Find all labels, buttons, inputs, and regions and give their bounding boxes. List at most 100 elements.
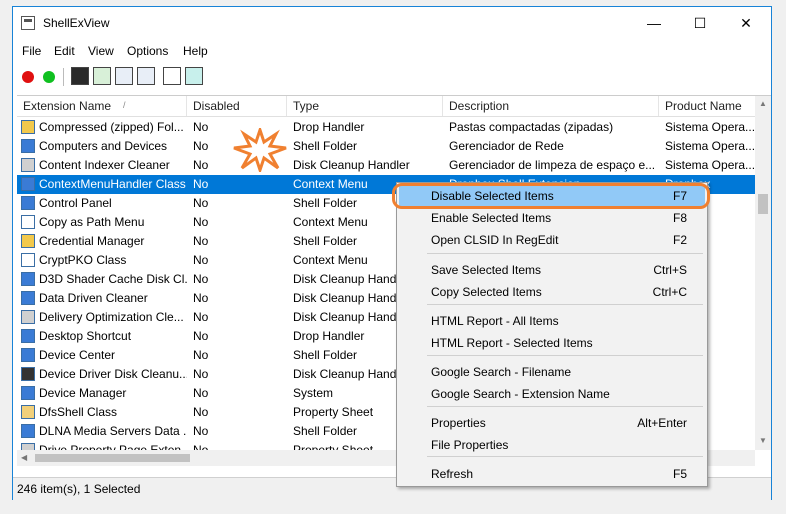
extension-icon: [21, 253, 35, 267]
extension-icon: [21, 367, 35, 381]
cell-disabled: No: [193, 234, 209, 248]
table-row[interactable]: Computers and Devices No Shell Folder Geren…: [17, 137, 757, 156]
context-menu-shortcut: F5: [672, 467, 687, 481]
cell-disabled: No: [193, 329, 209, 343]
cell-name: DfsShell Class: [39, 405, 118, 419]
title-bar: ShellExView — ☐ ✕: [13, 7, 771, 39]
vertical-scroll-thumb[interactable]: [758, 194, 768, 214]
minimize-button[interactable]: —: [631, 7, 677, 39]
cell-name: Copy as Path Menu: [39, 215, 145, 229]
context-menu-separator: [427, 456, 703, 457]
disable-icon[interactable]: [22, 71, 34, 83]
context-menu-item[interactable]: Copy Selected Items Ctrl+C: [399, 281, 705, 303]
menu-options[interactable]: Options: [127, 44, 168, 58]
column-extension-name[interactable]: Extension Name: [17, 96, 187, 116]
column-product-name[interactable]: Product Name: [659, 96, 757, 116]
cell-name: Device Center: [39, 348, 116, 362]
menu-file[interactable]: File: [22, 44, 41, 58]
menu-view[interactable]: View: [88, 44, 114, 58]
context-menu-separator: [427, 253, 703, 254]
cell-disabled: No: [193, 253, 209, 267]
cell-disabled: No: [193, 272, 209, 286]
menu-bar: File Edit View Options Help: [13, 41, 771, 61]
extension-icon: [21, 386, 35, 400]
extension-icon: [21, 329, 35, 343]
cell-disabled: No: [193, 196, 209, 210]
scroll-left-icon[interactable]: ◀: [21, 453, 27, 462]
extension-icon: [21, 234, 35, 248]
column-type[interactable]: Type: [287, 96, 443, 116]
cell-name: CryptPKO Class: [39, 253, 127, 267]
context-menu-label: Save Selected Items: [431, 263, 542, 277]
horizontal-scroll-thumb[interactable]: [35, 454, 190, 462]
context-menu-item[interactable]: Save Selected Items Ctrl+S: [399, 259, 705, 281]
cell-name: Computers and Devices: [39, 139, 168, 153]
context-menu-item[interactable]: Disable Selected Items F7: [399, 185, 705, 207]
cell-name: Delivery Optimization Cle...: [39, 310, 184, 324]
cell-disabled: No: [193, 424, 209, 438]
cell-disabled: No: [193, 310, 209, 324]
context-menu-label: Google Search - Filename: [431, 365, 572, 379]
cell-name: Data Driven Cleaner: [39, 291, 148, 305]
extension-icon: [21, 310, 35, 324]
cell-disabled: No: [193, 386, 209, 400]
copy-icon[interactable]: [115, 67, 133, 85]
context-menu-label: HTML Report - All Items: [431, 314, 559, 328]
cell-disabled: No: [193, 367, 209, 381]
context-menu-item[interactable]: Open CLSID In RegEdit F2: [399, 229, 705, 251]
save-icon[interactable]: [71, 67, 89, 85]
extension-icon: [21, 215, 35, 229]
cell-name: Compressed (zipped) Fol...: [39, 120, 184, 134]
cell-name: Desktop Shortcut: [39, 329, 132, 343]
extension-icon: [21, 348, 35, 362]
close-button[interactable]: ✕: [723, 7, 769, 39]
context-menu-shortcut: F7: [672, 189, 687, 203]
vertical-scrollbar[interactable]: ▲ ▼: [755, 96, 771, 450]
extension-icon: [21, 424, 35, 438]
context-menu-shortcut: Ctrl+S: [653, 263, 687, 277]
context-menu-item[interactable]: Refresh F5: [399, 463, 705, 485]
context-menu-item[interactable]: File Properties: [399, 434, 705, 456]
cell-disabled: No: [193, 291, 209, 305]
scroll-down-icon[interactable]: ▼: [759, 436, 767, 445]
find-icon[interactable]: [163, 67, 181, 85]
menu-edit[interactable]: Edit: [54, 44, 75, 58]
refresh-icon[interactable]: [93, 67, 111, 85]
app-icon: [21, 16, 35, 30]
cell-name: ContextMenuHandler Class: [39, 177, 186, 191]
cell-type: Drop Handler: [293, 120, 365, 134]
context-menu-label: HTML Report - Selected Items: [431, 336, 593, 350]
extension-icon: [21, 405, 35, 419]
column-disabled[interactable]: Disabled: [187, 96, 287, 116]
context-menu-shortcut: Ctrl+C: [652, 285, 687, 299]
enable-icon[interactable]: [43, 71, 55, 83]
scroll-up-icon[interactable]: ▲: [759, 99, 767, 108]
cell-name: D3D Shader Cache Disk Cl...: [39, 272, 187, 286]
context-menu-label: Google Search - Extension Name: [431, 387, 610, 401]
context-menu-label: File Properties: [431, 438, 509, 452]
context-menu-item[interactable]: Google Search - Filename: [399, 361, 705, 383]
column-description[interactable]: Description: [443, 96, 659, 116]
context-menu-item[interactable]: Properties Alt+Enter: [399, 412, 705, 434]
context-menu-item[interactable]: Google Search - Extension Name: [399, 383, 705, 405]
context-menu-item[interactable]: Enable Selected Items F8: [399, 207, 705, 229]
exit-icon[interactable]: [185, 67, 203, 85]
menu-help[interactable]: Help: [183, 44, 208, 58]
context-menu-item[interactable]: HTML Report - Selected Items: [399, 332, 705, 354]
window-title: ShellExView: [43, 16, 110, 30]
sort-arrow-icon: /: [123, 100, 126, 110]
cell-desc: Gerenciador de limpeza de espaço e...: [449, 158, 656, 172]
toolbar: [13, 63, 771, 91]
extension-icon: [21, 120, 35, 134]
context-menu-label: Enable Selected Items: [431, 211, 552, 225]
context-menu-item[interactable]: HTML Report - All Items: [399, 310, 705, 332]
properties-icon[interactable]: [137, 67, 155, 85]
extension-icon: [21, 158, 35, 172]
context-menu-label: Open CLSID In RegEdit: [431, 233, 559, 247]
cell-name: DLNA Media Servers Data ...: [39, 424, 187, 438]
table-row[interactable]: Content Indexer Cleaner No Disk Cleanup Ha…: [17, 156, 757, 175]
context-menu-label: Refresh: [431, 467, 474, 481]
maximize-button[interactable]: ☐: [677, 7, 723, 39]
table-row[interactable]: Compressed (zipped) Fol... No Drop Handler…: [17, 118, 757, 137]
cell-product: Sistema Opera...: [665, 120, 756, 134]
